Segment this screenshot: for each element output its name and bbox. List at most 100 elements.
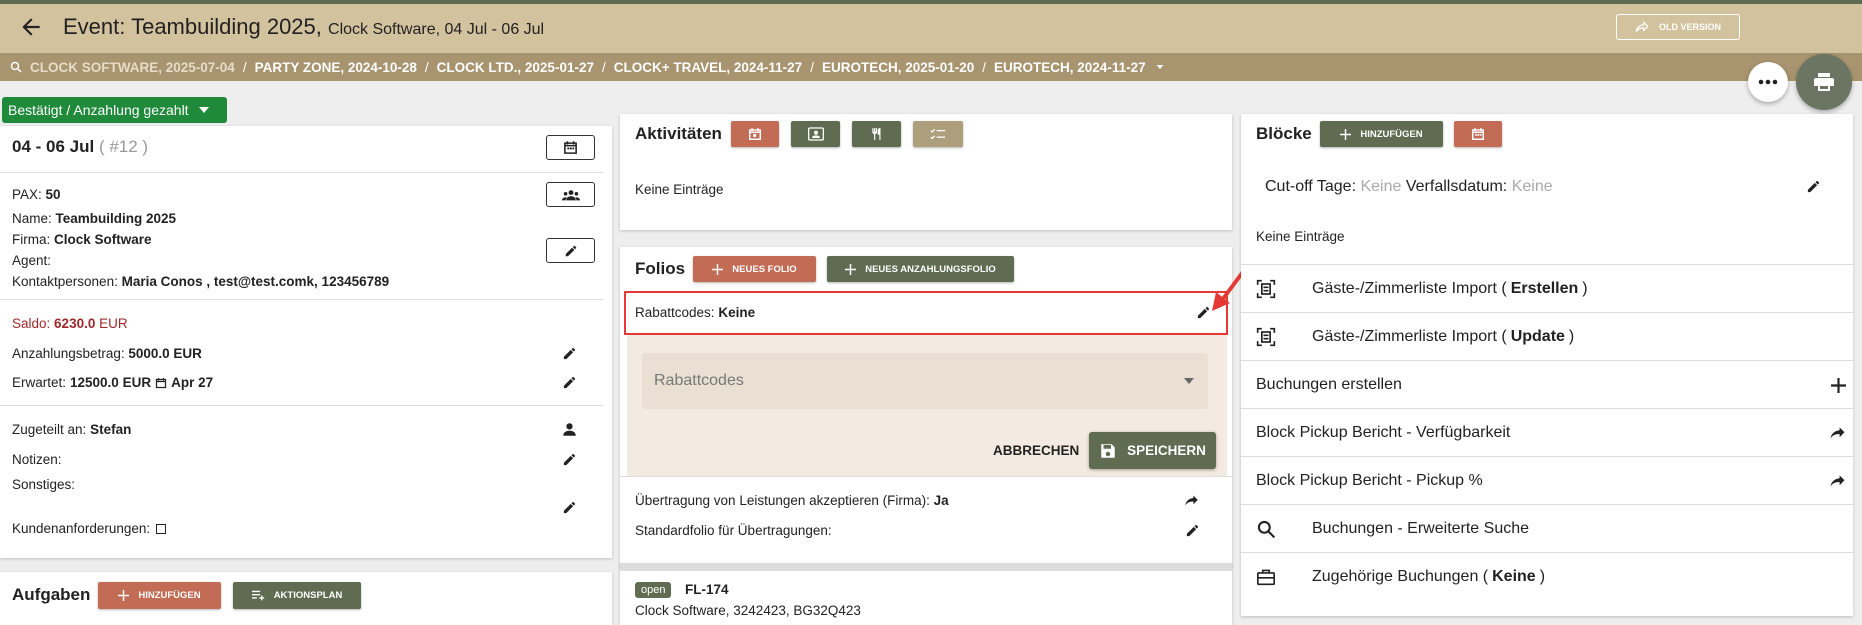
select-placeholder: Rabattcodes [654,372,744,389]
folio-id: FL-174 [685,582,729,597]
status-badge: open [635,582,672,598]
page-subtitle: Clock Software, 04 Jul - 06 Jul [328,21,545,38]
edit-details-button[interactable] [546,238,595,263]
more-options-button[interactable] [1748,62,1788,102]
briefcase-icon [1257,569,1275,586]
checkbox[interactable] [156,523,167,534]
event-number: ( #12 ) [98,137,149,156]
page-title: Event: Teambuilding 2025, Clock Software… [63,14,545,39]
qr-scan-icon [1256,279,1276,299]
add-task-button[interactable]: HINZUFÜGEN [98,582,221,609]
edit-pencil-icon[interactable] [1806,179,1821,194]
aktivitaeten-empty: Keine Einträge [635,182,724,197]
name-field: Name: Teambuilding 2025 [12,211,177,226]
breadcrumb: CLOCK SOFTWARE, 2025-07-04/ PARTY ZONE, … [0,53,1862,81]
firma-field: Firma: Clock Software [12,232,152,247]
calendar-icon [1472,128,1484,140]
divider [0,172,603,173]
folios-title: Folios [635,259,686,278]
calendar-icon [155,377,167,388]
kontakt-field: Kontaktpersonen: Maria Conos , test@test… [12,274,390,289]
activity-calendar-button[interactable] [731,121,779,147]
pax-field: PAX: 50 [12,187,61,202]
edit-pencil-icon[interactable] [562,500,577,515]
divider [1241,264,1853,265]
cutoff-field: Cut-off Tage: Keine Verfallsdatum: Keine [1265,178,1553,195]
old-version-button[interactable]: OLD VERSION [1616,14,1740,40]
chevron-down-icon[interactable] [1154,61,1166,73]
divider [1241,456,1853,457]
calendar-icon [749,128,761,140]
activity-restaurant-button[interactable] [852,121,901,147]
breadcrumb-item[interactable]: CLOCK SOFTWARE, 2025-07-04 [30,60,235,75]
pickup-percent-row[interactable]: Block Pickup Bericht - Pickup % [1256,466,1846,496]
edit-pencil-icon[interactable] [562,452,577,467]
restaurant-icon [871,128,880,140]
new-deposit-folio-button[interactable]: NEUES ANZAHLUNGSFOLIO [827,256,1014,282]
pickup-verfuegbarkeit-row[interactable]: Block Pickup Bericht - Verfügbarkeit [1256,418,1846,448]
activity-checklist-button[interactable] [913,121,963,147]
plus-icon [1831,377,1846,393]
sonstiges-field: Sonstiges: [12,477,76,492]
search-icon[interactable] [10,61,22,73]
groups-button[interactable] [546,182,595,207]
breadcrumb-item[interactable]: CLOCK+ TRAVEL, 2024-11-27 [614,60,802,75]
erweiterte-suche-row[interactable]: Buchungen - Erweiterte Suche [1256,514,1846,544]
notizen-field: Notizen: [12,452,62,467]
aufgaben-title: Aufgaben [12,585,91,604]
bloecke-title: Blöcke [1256,124,1312,143]
erwartet-field: Erwartet: 12500.0 EUR Apr 27 [12,375,214,390]
share-arrow-icon[interactable] [1184,494,1199,507]
qr-scan-icon [1256,327,1276,347]
kundenanforderungen-field: Kundenanforderungen: [12,521,167,536]
zugehoerige-buchungen-row[interactable]: Zugehörige Buchungen (Keine) [1256,562,1846,592]
chevron-down-icon [198,107,209,113]
breadcrumb-item[interactable]: PARTY ZONE, 2024-10-28 [255,60,417,75]
search-icon [1257,520,1276,539]
back-arrow-icon[interactable] [18,14,44,40]
divider [620,476,1232,477]
edit-pencil-icon[interactable] [1185,523,1200,538]
group-icon [561,189,580,200]
cancel-button[interactable]: ABBRECHEN [993,443,1079,458]
action-plan-button[interactable]: AKTIONSPLAN [233,582,361,609]
status-dropdown[interactable]: Bestätigt / Anzahlung gezahlt [2,97,227,123]
print-icon [1814,73,1834,91]
breadcrumb-item[interactable]: CLOCK LTD., 2025-01-27 [437,60,594,75]
save-icon [1101,443,1115,458]
buchungen-erstellen-row[interactable]: Buchungen erstellen [1256,370,1846,400]
checklist-icon [930,128,946,139]
edit-pencil-icon[interactable] [562,375,577,390]
new-folio-button[interactable]: NEUES FOLIO [693,256,816,282]
divider [0,299,603,300]
divider [1241,504,1853,505]
divider [1241,408,1853,409]
block-calendar-button[interactable] [1454,121,1502,147]
more-dots-icon [1758,79,1778,85]
import-update-row[interactable]: Gäste-/Zimmerliste Import (Update) [1256,322,1846,352]
save-button[interactable]: SPEICHERN [1089,432,1216,469]
add-block-button[interactable]: HINZUFÜGEN [1320,121,1443,147]
import-create-row[interactable]: Gäste-/Zimmerliste Import (Erstellen) [1256,274,1846,304]
rabattcodes-select[interactable]: Rabattcodes [642,353,1208,409]
breadcrumb-item[interactable]: EUROTECH, 2024-11-27 [994,60,1146,75]
calendar-button[interactable] [546,135,595,160]
agent-field: Agent: [12,253,52,268]
share-arrow-icon [1635,21,1649,32]
plus-icon [712,263,724,275]
rabatt-field: Rabattcodes: Keine [635,305,756,320]
pencil-icon [565,245,576,256]
plus-icon [1340,128,1352,140]
breadcrumb-item[interactable]: EUROTECH, 2025-01-20 [822,60,974,75]
activity-room-button[interactable] [791,121,840,147]
chevron-down-icon [1184,378,1194,384]
event-details-card [0,126,612,558]
edit-pencil-icon[interactable] [562,346,577,361]
transfer-field: Übertragung von Leistungen akzeptieren (… [635,493,949,508]
calendar-icon [564,141,577,154]
divider [1241,312,1853,313]
print-button[interactable] [1796,54,1852,110]
aktivitaeten-title: Aktivitäten [635,124,722,143]
contact-card-icon [807,127,824,141]
person-icon[interactable] [562,422,577,437]
